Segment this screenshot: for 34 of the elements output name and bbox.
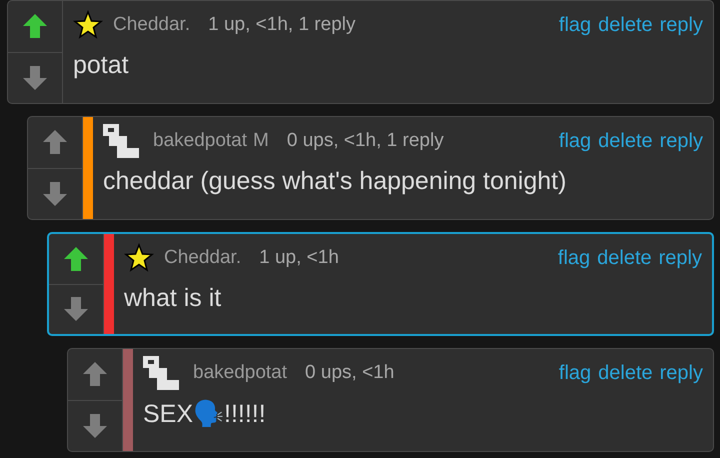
comment-meta: 0 ups, <1h, 1 reply <box>286 130 444 152</box>
username[interactable]: bakedpotat M <box>153 130 269 152</box>
action-link[interactable]: reply <box>660 362 703 384</box>
downvote-arrow-icon[interactable] <box>62 295 90 324</box>
action-link[interactable]: delete <box>598 130 653 152</box>
action-link[interactable]: flag <box>558 130 592 152</box>
star-icon <box>73 10 103 40</box>
comment-meta: 1 up, <1h, 1 reply <box>208 14 356 36</box>
upvote-arrow-icon[interactable] <box>21 12 49 40</box>
comment-meta: 1 up, <1h <box>259 247 339 269</box>
action-link[interactable]: reply <box>660 130 703 152</box>
action-link[interactable]: delete <box>598 14 653 36</box>
downvote-arrow-icon[interactable] <box>21 64 49 92</box>
action-link[interactable]: flag <box>558 246 590 270</box>
upvote-arrow-icon[interactable] <box>81 360 109 388</box>
upvote-arrow-icon[interactable] <box>62 244 90 273</box>
username[interactable]: Cheddar. <box>113 14 190 36</box>
comment-text: cheddar (guess what's happening tonight) <box>103 167 568 196</box>
comment-text: SEX🗣!!!!!! <box>143 399 267 429</box>
comment-text: what is it <box>124 284 222 313</box>
username[interactable]: bakedpotat <box>193 362 288 384</box>
upvote-arrow-icon[interactable] <box>41 128 69 156</box>
action-link[interactable]: reply <box>658 246 702 270</box>
username[interactable]: Cheddar. <box>164 247 242 269</box>
action-link[interactable]: reply <box>660 14 703 36</box>
action-link[interactable]: delete <box>598 362 653 384</box>
action-link[interactable]: flag <box>558 362 592 384</box>
downvote-arrow-icon[interactable] <box>41 180 69 208</box>
downvote-arrow-icon[interactable] <box>81 412 109 440</box>
star-icon <box>124 243 154 273</box>
comment-meta: 0 ups, <1h <box>305 362 394 384</box>
comment-text: potat <box>73 51 130 80</box>
action-link[interactable]: delete <box>597 246 652 270</box>
action-link[interactable]: flag <box>558 14 592 36</box>
